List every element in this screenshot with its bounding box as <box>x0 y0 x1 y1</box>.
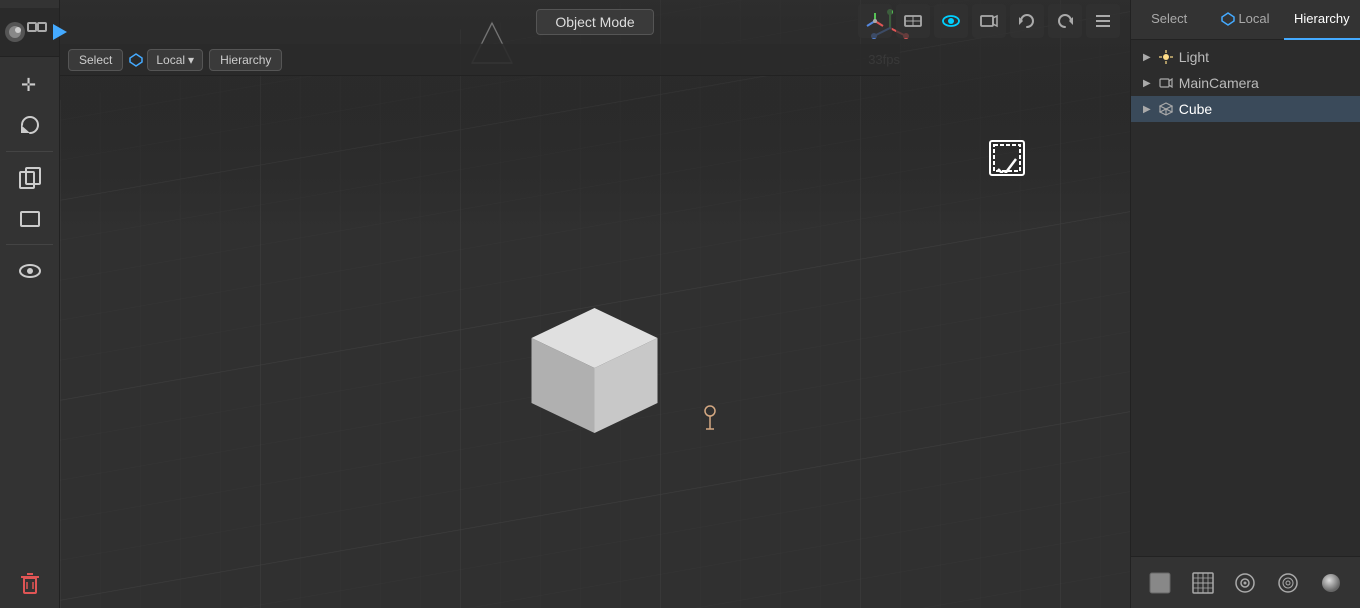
object-mode-btn[interactable]: Object Mode <box>536 9 653 35</box>
object-btn[interactable] <box>12 200 48 236</box>
right-panel-header: Select Local Hierarchy <box>1131 0 1360 40</box>
select-btn[interactable]: Select <box>68 49 123 71</box>
origin-dot <box>700 403 720 433</box>
hierarchy-arrow-light: ▶ <box>1143 52 1151 63</box>
dropdown-arrow: ▾ <box>188 53 194 67</box>
local-label: Local <box>156 53 185 67</box>
shading-solid-btn[interactable] <box>1142 565 1178 601</box>
shading-wire-btn[interactable] <box>1185 565 1221 601</box>
blender-logo-btn[interactable] <box>4 14 26 50</box>
shading-render-btn[interactable] <box>1270 565 1306 601</box>
camera-btn[interactable] <box>972 4 1006 38</box>
local-icon <box>129 53 143 67</box>
camera-hierarchy-icon <box>1159 76 1173 90</box>
ortho-toggle-btn[interactable] <box>896 4 930 38</box>
hierarchy-label-camera: MainCamera <box>1179 75 1259 91</box>
menu-btn[interactable] <box>1086 4 1120 38</box>
hierarchy-item-light[interactable]: ▶ Light <box>1131 44 1360 70</box>
hierarchy-btn[interactable]: Hierarchy <box>209 49 282 71</box>
tab-select[interactable]: Select <box>1131 0 1207 40</box>
tab-local-label: Local <box>1238 11 1269 26</box>
axes-gizmo-btn[interactable] <box>858 4 892 38</box>
light-icon <box>1159 50 1173 64</box>
tab-hierarchy[interactable]: Hierarchy <box>1284 0 1360 40</box>
tab-hierarchy-label: Hierarchy <box>1294 11 1350 26</box>
outliner-btn[interactable] <box>26 14 48 50</box>
view-mode-btn[interactable] <box>934 4 968 38</box>
selection-box-icon <box>989 140 1025 176</box>
hierarchy-arrow-camera: ▶ <box>1143 78 1151 89</box>
tab-select-label: Select <box>1151 11 1187 26</box>
separator-1 <box>6 151 53 152</box>
svg-text:✛: ✛ <box>21 75 36 95</box>
separator-2 <box>6 244 53 245</box>
right-panel: Select Local Hierarchy ▶ <box>1130 0 1360 608</box>
rotate-tool-btn[interactable] <box>12 107 48 143</box>
hierarchy-item-cube[interactable]: ▶ Cube <box>1131 96 1360 122</box>
local-dropdown[interactable]: Local ▾ <box>147 49 203 71</box>
copy-btn[interactable] <box>12 160 48 196</box>
hierarchy-list: ▶ Light ▶ MainCamera <box>1131 40 1360 556</box>
viewport-icons <box>858 4 1120 38</box>
hierarchy-arrow-cube: ▶ <box>1143 104 1151 115</box>
redo-btn[interactable] <box>1048 4 1082 38</box>
hierarchy-label-light: Light <box>1179 49 1209 65</box>
toolbar-top-group <box>0 8 59 57</box>
play-btn[interactable] <box>48 14 70 50</box>
hierarchy-item-maincamera[interactable]: ▶ MainCamera <box>1131 70 1360 96</box>
undo-btn[interactable] <box>1010 4 1044 38</box>
left-toolbar: ✛ <box>0 0 60 608</box>
scene-cube <box>518 293 673 448</box>
local-tab-icon <box>1221 12 1235 26</box>
cube-hierarchy-icon <box>1159 102 1173 116</box>
view-btn[interactable] <box>12 253 48 289</box>
delete-btn[interactable] <box>12 564 48 600</box>
viewport[interactable]: Object Mode 33fps <box>60 0 1130 608</box>
right-panel-bottom <box>1131 556 1360 608</box>
shading-material-btn[interactable] <box>1227 565 1263 601</box>
top-nav: Select Local ▾ Hierarchy <box>60 44 900 76</box>
hierarchy-label-cube: Cube <box>1179 101 1212 117</box>
move-tool-btn[interactable]: ✛ <box>12 67 48 103</box>
sphere-btn[interactable] <box>1313 565 1349 601</box>
tab-local[interactable]: Local <box>1207 0 1283 40</box>
